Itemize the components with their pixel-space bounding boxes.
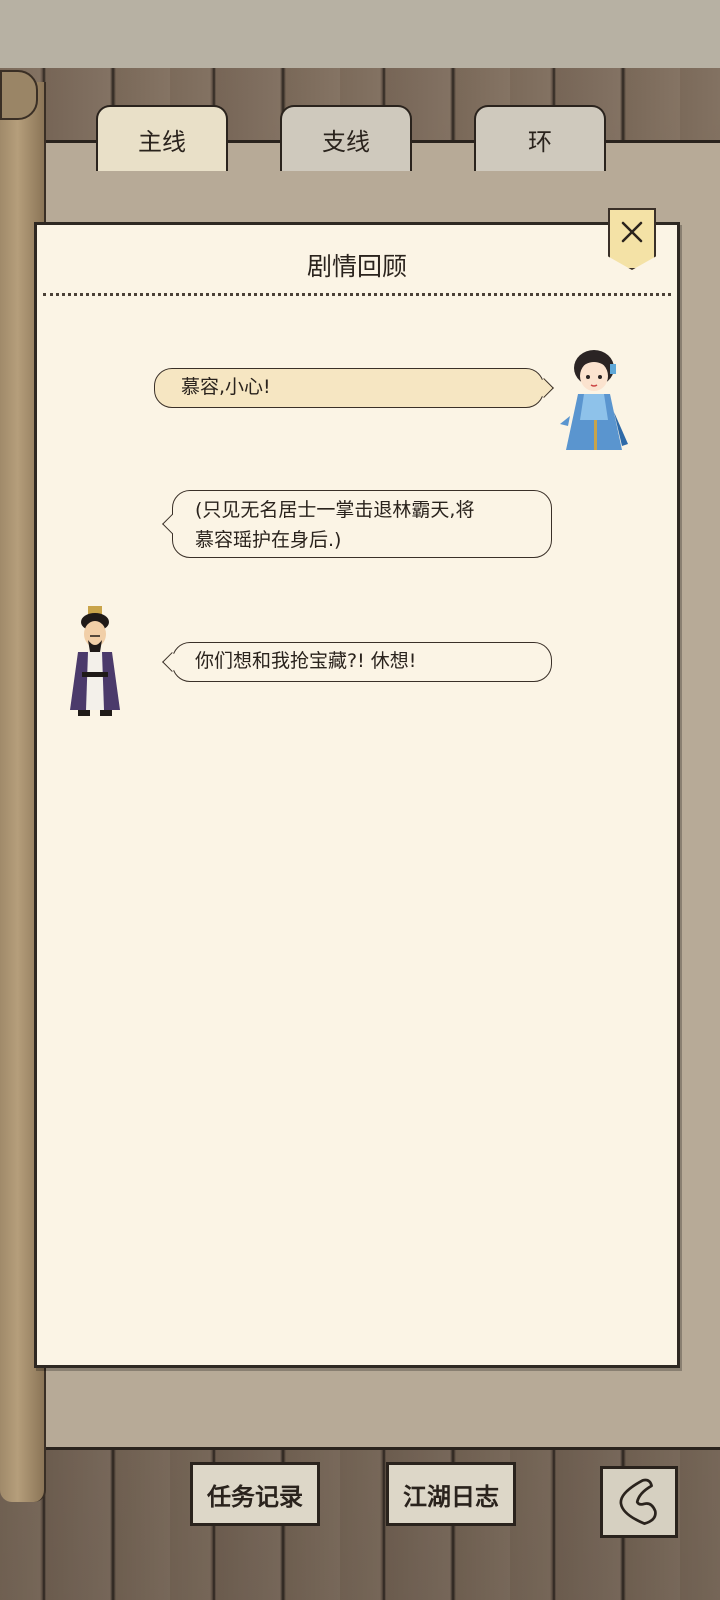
status-bar xyxy=(0,0,720,68)
tab-ring-quest[interactable]: 环 xyxy=(474,105,606,171)
panel-title: 剧情回顾 xyxy=(306,252,407,281)
jianghu-journal-button[interactable]: 江湖日志 xyxy=(386,1462,516,1526)
girl-character-avatar xyxy=(560,350,628,450)
narration-bubble: (只见无名居士一掌击退林霸天,将 慕容瑶护在身后.) xyxy=(162,490,552,558)
back-icon xyxy=(619,1478,657,1525)
task-record-button[interactable]: 任务记录 xyxy=(190,1462,320,1526)
tab-label: 主线 xyxy=(138,127,186,156)
narration-line: 慕容瑶护在身后.) xyxy=(195,529,342,551)
dialogue-text: 你们想和我抢宝藏?! 休想! xyxy=(195,650,417,672)
dialogue-bubble: 慕容,小心! xyxy=(154,368,554,408)
button-label: 江湖日志 xyxy=(403,1482,499,1511)
dialogue-text: 慕容,小心! xyxy=(181,376,271,398)
narration-line: (只见无名居士一掌击退林霸天,将 xyxy=(195,499,475,521)
man-character-avatar xyxy=(70,606,120,716)
tab-label: 支线 xyxy=(322,127,370,156)
tab-main-quest[interactable]: 主线 xyxy=(96,105,228,171)
back-button[interactable] xyxy=(600,1466,678,1538)
tab-label: 环 xyxy=(528,127,552,156)
button-label: 任务记录 xyxy=(207,1482,303,1511)
tab-side-quest[interactable]: 支线 xyxy=(280,105,412,171)
scroll-rod-cap xyxy=(0,70,38,120)
dialogue-bubble: 你们想和我抢宝藏?! 休想! xyxy=(162,642,552,682)
close-icon xyxy=(621,221,643,243)
dotted-divider xyxy=(43,293,671,296)
